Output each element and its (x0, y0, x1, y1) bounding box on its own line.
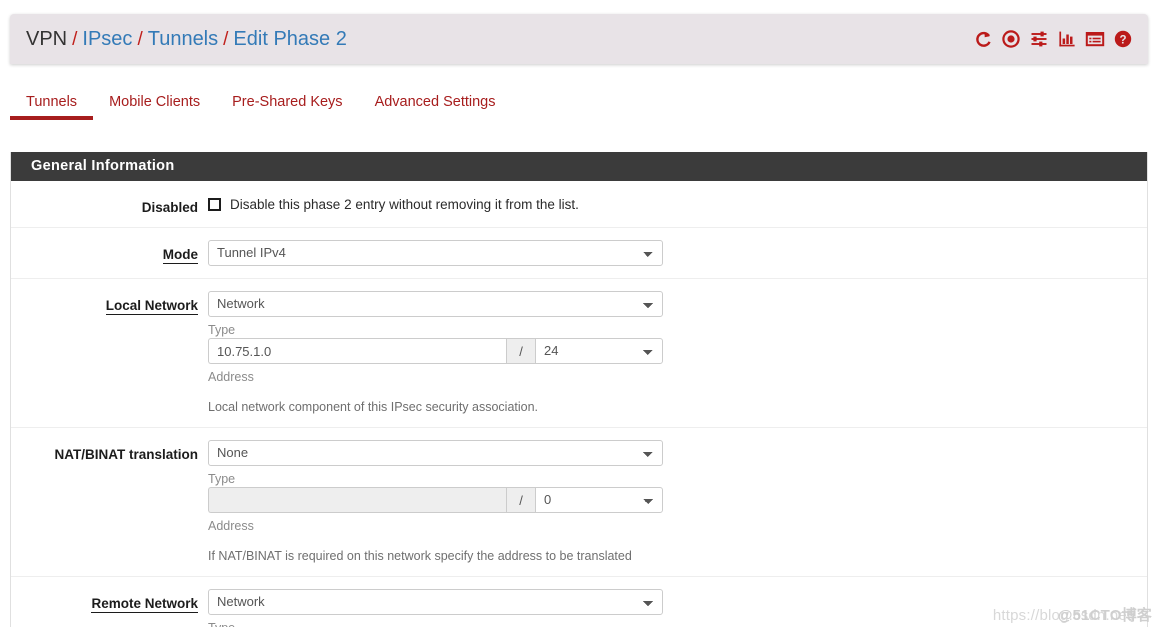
record-circle-icon[interactable] (1000, 28, 1022, 50)
tab-label: Tunnels (26, 94, 78, 110)
bar-chart-icon[interactable] (1056, 28, 1078, 50)
breadcrumb-separator: / (72, 28, 78, 50)
label-nat-binat: NAT/BINAT translation (11, 440, 208, 462)
local-network-address-help: Address (208, 370, 254, 384)
header-toolbar: ? (972, 28, 1134, 50)
list-table-icon[interactable] (1084, 28, 1106, 50)
svg-text:?: ? (1119, 34, 1126, 46)
nat-binat-mask-select[interactable]: 0 (535, 487, 663, 513)
fields-nat-binat: None Type / 0 Address If NAT/BINAT is re… (208, 440, 1147, 564)
form-row-disabled: Disabled Disable this phase 2 entry with… (11, 181, 1147, 228)
tab-tunnels[interactable]: Tunnels (10, 86, 94, 120)
tab-label: Advanced Settings (374, 94, 496, 110)
page-header: VPN / IPsec / Tunnels / Edit Phase 2 ? (10, 14, 1148, 64)
form-row-remote-network: Remote Network Network Type / 24 Address (11, 577, 1147, 627)
label-text: Local Network (105, 298, 198, 315)
tab-pre-shared-keys[interactable]: Pre-Shared Keys (216, 86, 358, 120)
tab-advanced-settings[interactable]: Advanced Settings (359, 86, 512, 120)
sliders-icon[interactable] (1028, 28, 1050, 50)
remote-network-type-help: Type (208, 615, 663, 627)
local-network-address-input[interactable] (208, 338, 506, 364)
general-information-panel: General Information Disabled Disable thi… (10, 152, 1148, 627)
fields-disabled: Disable this phase 2 entry without remov… (208, 193, 1147, 212)
local-network-type-select[interactable]: Network (208, 291, 663, 317)
label-text: Disabled (141, 200, 198, 215)
tab-mobile-clients[interactable]: Mobile Clients (93, 86, 216, 120)
nat-binat-address-combo: / 0 (208, 487, 663, 513)
nat-binat-row-help: If NAT/BINAT is required on this network… (208, 549, 632, 563)
label-remote-network: Remote Network (11, 589, 208, 613)
label-local-network: Local Network (11, 291, 208, 315)
fields-local-network: Network Type / 24 Address Local network … (208, 291, 1147, 415)
disabled-checkbox[interactable] (208, 198, 221, 211)
nat-binat-address-input (208, 487, 506, 513)
remote-network-type-group: Network Type (208, 589, 673, 627)
mode-select[interactable]: Tunnel IPv4 (208, 240, 663, 266)
panel-heading: General Information (11, 152, 1147, 181)
slash-addon: / (506, 338, 535, 364)
local-network-mask-select[interactable]: 24 (535, 338, 663, 364)
disabled-checkbox-label: Disable this phase 2 entry without remov… (230, 197, 579, 212)
local-network-type-group: Network Type (208, 291, 673, 338)
label-text: Mode (162, 247, 198, 264)
local-network-address-combo: / 24 (208, 338, 663, 364)
label-mode: Mode (11, 240, 208, 264)
disabled-checkbox-line: Disable this phase 2 entry without remov… (208, 193, 579, 212)
help-circle-icon[interactable]: ? (1112, 28, 1134, 50)
nat-binat-address-group: / 0 Address (208, 487, 673, 534)
form-row-local-network: Local Network Network Type / 24 Address (11, 279, 1147, 428)
fields-mode: Tunnel IPv4 (208, 240, 1147, 266)
mode-field-group: Tunnel IPv4 (208, 240, 673, 266)
breadcrumb-separator: / (223, 28, 229, 50)
page-root: VPN / IPsec / Tunnels / Edit Phase 2 ? T… (0, 0, 1158, 627)
breadcrumb-current: Edit Phase 2 (233, 27, 347, 50)
nat-binat-type-select[interactable]: None (208, 440, 663, 466)
nat-binat-type-group: None Type (208, 440, 673, 487)
breadcrumb-root: VPN (26, 27, 68, 50)
label-disabled: Disabled (11, 193, 208, 215)
form-row-mode: Mode Tunnel IPv4 (11, 228, 1147, 279)
tab-label: Mobile Clients (109, 94, 201, 110)
breadcrumb: VPN / IPsec / Tunnels / Edit Phase 2 (26, 28, 347, 51)
breadcrumb-item-tunnels[interactable]: Tunnels (148, 28, 218, 51)
fields-remote-network: Network Type / 24 Address Remote network… (208, 589, 1147, 627)
panel-body: Disabled Disable this phase 2 entry with… (11, 181, 1147, 627)
local-network-row-help: Local network component of this IPsec se… (208, 400, 539, 414)
label-text: NAT/BINAT translation (54, 447, 199, 462)
form-row-nat-binat: NAT/BINAT translation None Type / 0 Addr… (11, 428, 1147, 577)
tab-label: Pre-Shared Keys (232, 94, 343, 110)
tab-bar: Tunnels Mobile Clients Pre-Shared Keys A… (10, 86, 1148, 128)
breadcrumb-separator: / (137, 28, 143, 50)
local-network-address-group: / 24 Address (208, 338, 673, 385)
breadcrumb-item-ipsec[interactable]: IPsec (82, 28, 132, 51)
local-network-type-help: Type (208, 323, 236, 337)
slash-addon: / (506, 487, 535, 513)
label-text: Remote Network (91, 596, 198, 613)
remote-network-type-select[interactable]: Network (208, 589, 663, 615)
nat-binat-address-help: Address (208, 519, 254, 533)
refresh-icon[interactable] (972, 28, 994, 50)
nat-binat-type-help: Type (208, 472, 236, 486)
